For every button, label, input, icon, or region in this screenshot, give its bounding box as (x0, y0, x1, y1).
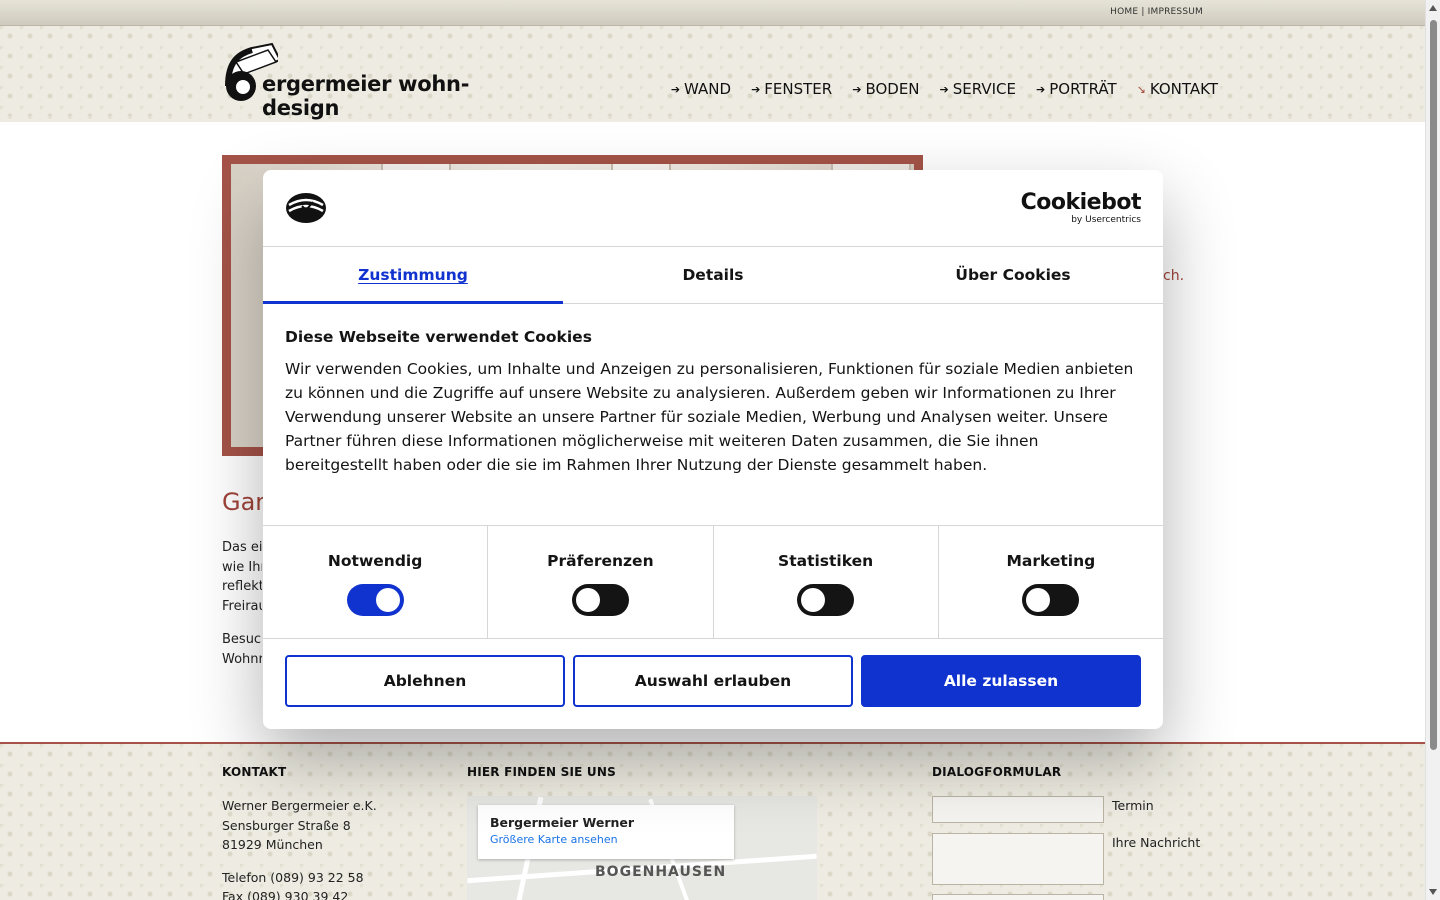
category-label: Präferenzen (547, 552, 654, 570)
dialog-title: Diese Webseite verwendet Cookies (285, 328, 592, 346)
dialog-body: Diese Webseite verwendet Cookies Wir ver… (285, 328, 1141, 477)
toggle-knob (375, 588, 400, 612)
cookiebot-brand-name: Cookiebot (1020, 190, 1142, 215)
category-label: Marketing (1006, 552, 1096, 570)
praeferenzen-toggle[interactable] (571, 584, 629, 616)
cookiebot-brand-sub: by Usercentrics (1071, 215, 1141, 225)
category-label: Notwendig (327, 552, 423, 570)
toggle-knob (801, 588, 826, 612)
category-label: Statistiken (778, 552, 874, 570)
toggle-knob (1026, 588, 1051, 612)
dialog-header: Cookiebot by Usercentrics (263, 170, 1163, 247)
marketing-toggle[interactable] (1022, 584, 1080, 616)
category-notwendig: Notwendig (263, 526, 489, 638)
page-scrollbar[interactable] (1425, 0, 1440, 900)
category-marketing: Marketing (939, 526, 1163, 638)
tab-details[interactable]: Details (563, 247, 863, 303)
allow-selection-button[interactable]: Auswahl erlauben (573, 655, 853, 707)
category-statistiken: Statistiken (714, 526, 939, 638)
notwendig-toggle[interactable] (346, 584, 404, 616)
category-praeferenzen: Präferenzen (488, 526, 714, 638)
consent-categories: Notwendig Präferenzen Statistiken Market… (263, 525, 1163, 639)
decline-button[interactable]: Ablehnen (285, 655, 565, 707)
statistiken-toggle[interactable] (797, 584, 855, 616)
cookie-consent-dialog: Cookiebot by Usercentrics Zustimmung Det… (263, 170, 1163, 729)
cookiebot-brand[interactable]: Cookiebot by Usercentrics (1020, 190, 1142, 226)
dialog-buttons: Ablehnen Auswahl erlauben Alle zulassen (285, 655, 1141, 707)
dialog-tabs: Zustimmung Details Über Cookies (263, 247, 1163, 304)
cookie-site-logo-icon (286, 193, 326, 223)
tab-ueber-cookies[interactable]: Über Cookies (863, 247, 1163, 303)
dialog-description: Wir verwenden Cookies, um Inhalte und An… (285, 360, 1134, 474)
allow-all-button[interactable]: Alle zulassen (861, 655, 1141, 707)
scroll-up-icon[interactable] (1429, 5, 1437, 11)
toggle-knob (575, 588, 600, 612)
tab-zustimmung[interactable]: Zustimmung (263, 247, 563, 304)
scrollbar-thumb[interactable] (1430, 20, 1437, 750)
scroll-down-icon[interactable] (1429, 889, 1437, 895)
